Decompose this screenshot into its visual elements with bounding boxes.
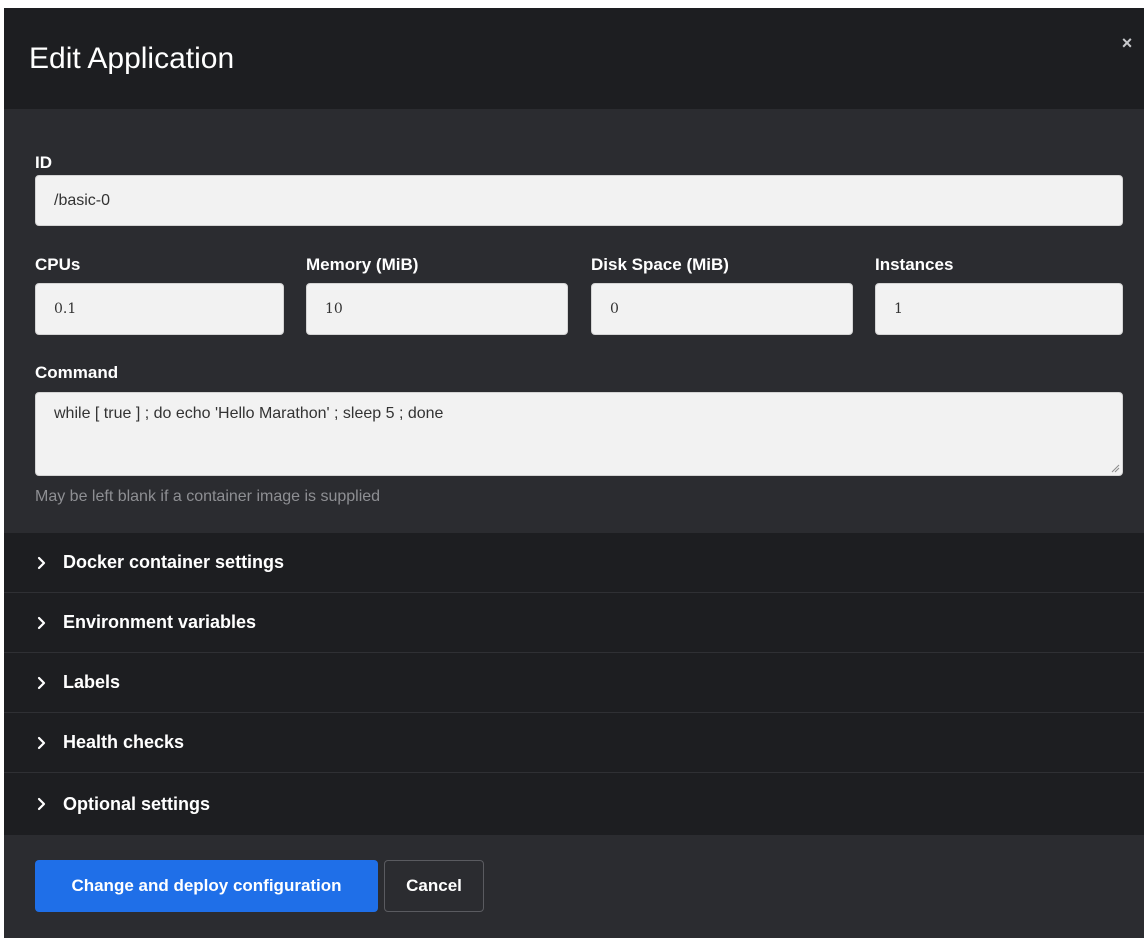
change-and-deploy-button[interactable]: Change and deploy configuration	[35, 860, 378, 912]
chevron-right-icon	[37, 556, 46, 569]
chevron-right-icon	[37, 616, 46, 629]
section-label: Docker container settings	[63, 552, 285, 572]
section-label: Health checks	[63, 732, 185, 752]
section-health-checks[interactable]: Health checks	[4, 713, 1144, 773]
form-body: ID CPUs Memory (MiB) Disk Space (MiB) In…	[4, 109, 1144, 533]
cancel-button[interactable]: Cancel	[384, 860, 484, 912]
modal-title: Edit Application	[29, 42, 235, 75]
instances-label: Instances	[875, 255, 954, 274]
command-textarea[interactable]: while [ true ] ; do echo 'Hello Marathon…	[35, 392, 1123, 476]
cpus-input[interactable]	[35, 283, 284, 335]
chevron-right-icon	[37, 676, 46, 689]
id-input[interactable]	[35, 175, 1123, 226]
chevron-right-icon	[37, 736, 46, 749]
modal-footer: Change and deploy configuration Cancel	[4, 835, 1144, 938]
close-icon: ×	[1121, 32, 1133, 53]
command-label: Command	[35, 363, 119, 382]
instances-input[interactable]	[875, 283, 1123, 335]
disk-space-input[interactable]	[591, 283, 853, 335]
edit-application-modal: Edit Application × ID CPUs Memory (MiB) …	[4, 8, 1144, 938]
memory-label: Memory (MiB)	[306, 255, 419, 274]
close-button[interactable]: ×	[1116, 32, 1138, 54]
section-docker-container-settings[interactable]: Docker container settings	[4, 533, 1144, 593]
resize-handle-icon[interactable]	[1110, 463, 1120, 473]
disk-space-label: Disk Space (MiB)	[591, 255, 729, 274]
section-labels[interactable]: Labels	[4, 653, 1144, 713]
section-label: Environment variables	[63, 612, 257, 632]
section-label: Optional settings	[63, 793, 211, 814]
command-help-text: May be left blank if a container image i…	[35, 488, 381, 505]
section-environment-variables[interactable]: Environment variables	[4, 593, 1144, 653]
collapsible-sections: Docker container settings Environment va…	[4, 533, 1144, 835]
section-optional-settings[interactable]: Optional settings	[4, 773, 1144, 835]
memory-input[interactable]	[306, 283, 568, 335]
section-label: Labels	[63, 672, 121, 692]
modal-header: Edit Application ×	[4, 8, 1144, 109]
id-label: ID	[35, 153, 52, 172]
cpus-label: CPUs	[35, 255, 81, 274]
chevron-right-icon	[37, 797, 46, 811]
